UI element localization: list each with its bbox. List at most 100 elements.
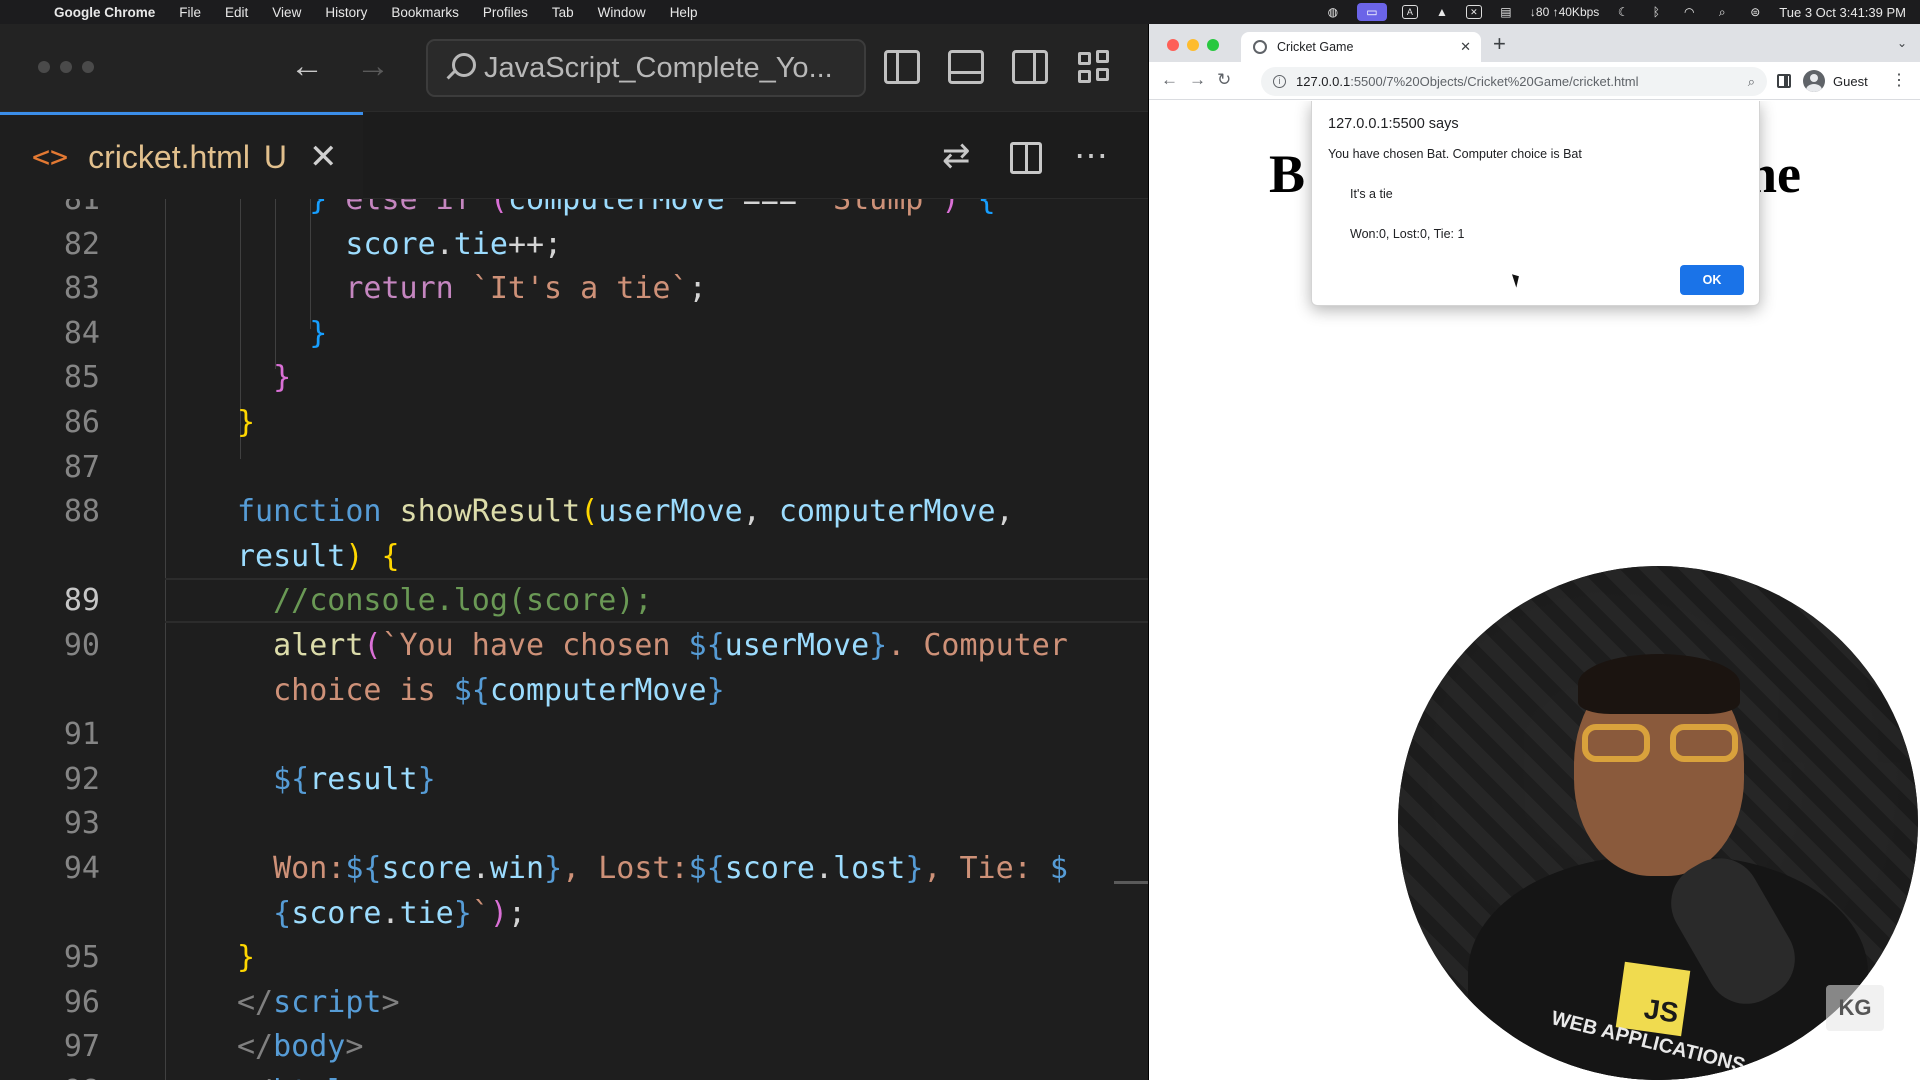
code-line[interactable]: 86} <box>0 400 1148 445</box>
vscode-window: ← → JavaScript_Complete_Yo... <> cricket… <box>0 24 1148 1080</box>
line-number: 93 <box>63 806 100 842</box>
menu-app-name[interactable]: Google Chrome <box>42 5 167 20</box>
minimize-window-button[interactable] <box>60 61 72 73</box>
line-number: 91 <box>63 717 100 753</box>
open-changes-icon[interactable]: ⇄ <box>942 136 971 176</box>
code-line[interactable]: 89 //console.log(score); <box>0 578 1148 623</box>
wifi-icon[interactable]: ◠ <box>1680 5 1698 19</box>
code-line[interactable]: 96 </script> <box>0 980 1148 1025</box>
code-line[interactable]: 98 </html> <box>0 1069 1148 1080</box>
code-line[interactable]: choice is ${computerMove} <box>0 668 1148 713</box>
zoom-window-button[interactable] <box>1207 39 1219 51</box>
code-line[interactable]: 88 function showResult(userMove, computer… <box>0 489 1148 534</box>
alert-ok-button[interactable]: OK <box>1680 265 1744 295</box>
focus-moon-icon[interactable]: ☾ <box>1614 5 1632 19</box>
back-arrow-icon[interactable]: ← <box>1161 70 1178 90</box>
more-actions-icon[interactable]: ⋯ <box>1074 136 1108 176</box>
zoom-window-button[interactable] <box>82 61 94 73</box>
html-file-icon: <> <box>32 139 69 175</box>
split-editor-icon[interactable] <box>1010 142 1042 174</box>
status-globe-icon[interactable]: ◍ <box>1324 5 1342 19</box>
code-line[interactable]: 90 alert(`You have chosen ${userMove}. C… <box>0 623 1148 668</box>
menu-view[interactable]: View <box>260 5 313 20</box>
code-line[interactable]: result) { <box>0 534 1148 579</box>
workspace-name: JavaScript_Complete_Yo... <box>484 51 833 84</box>
spotlight-search-icon[interactable]: ⌕ <box>1713 5 1731 19</box>
code-token: > <box>345 1074 363 1080</box>
code-token: ` <box>471 895 490 931</box>
scrollbar-position-marker[interactable] <box>1114 881 1148 884</box>
code-line[interactable]: 91 <box>0 712 1148 757</box>
menu-help[interactable]: Help <box>658 5 710 20</box>
status-cone-icon[interactable]: ▲ <box>1433 5 1451 19</box>
code-line[interactable]: 92 ${result} <box>0 757 1148 802</box>
menu-window[interactable]: Window <box>586 5 658 20</box>
code-token: return <box>237 271 472 307</box>
forward-arrow-icon[interactable]: → <box>356 46 390 86</box>
editor-tab-cricket-html[interactable]: <> cricket.html U ✕ <box>0 112 363 199</box>
menu-tab[interactable]: Tab <box>540 5 586 20</box>
reload-icon[interactable]: ↻ <box>1217 70 1231 90</box>
code-line[interactable]: 97 </body> <box>0 1024 1148 1069</box>
menu-edit[interactable]: Edit <box>213 5 260 20</box>
toggle-panel-icon[interactable] <box>948 50 984 84</box>
status-app-icon[interactable]: ✕ <box>1465 5 1482 19</box>
site-info-icon[interactable]: i <box>1273 75 1286 88</box>
close-window-button[interactable] <box>38 61 50 73</box>
code-text: } <box>237 355 291 400</box>
new-tab-plus-icon[interactable]: + <box>1493 32 1506 56</box>
code-token: userMove <box>598 494 743 530</box>
code-token: } <box>237 199 346 217</box>
code-line[interactable]: {score.tie}`); <box>0 891 1148 936</box>
forward-arrow-icon[interactable]: → <box>1189 70 1206 90</box>
status-a-icon[interactable]: A <box>1401 5 1418 19</box>
toggle-primary-sidebar-icon[interactable] <box>884 50 920 84</box>
code-text: {score.tie}`); <box>237 891 526 936</box>
code-line[interactable]: 93 <box>0 801 1148 846</box>
tab-search-chevron-icon[interactable]: ⌄ <box>1897 36 1907 50</box>
customize-layout-icon[interactable] <box>1078 50 1114 84</box>
code-line[interactable]: 83 return `It's a tie`; <box>0 266 1148 311</box>
code-line[interactable]: 82 score.tie++; <box>0 222 1148 267</box>
menubar-clock[interactable]: Tue 3 Oct 3:41:39 PM <box>1779 5 1906 20</box>
code-token: body <box>273 1029 346 1065</box>
code-line[interactable]: 87 <box>0 445 1148 490</box>
code-line[interactable]: 84 } <box>0 311 1148 356</box>
close-tab-icon[interactable]: ✕ <box>1460 39 1471 55</box>
tab-title: Cricket Game <box>1277 40 1354 54</box>
profile-button[interactable]: Guest <box>1803 69 1868 93</box>
macos-menu-bar: Google Chrome File Edit View History Boo… <box>0 0 1920 24</box>
address-bar[interactable]: i 127.0.0.1:5500/7%20Objects/Cricket%20G… <box>1261 67 1767 96</box>
close-window-button[interactable] <box>1167 39 1179 51</box>
js-alert-dialog: 127.0.0.1:5500 says You have chosen Bat.… <box>1311 101 1760 306</box>
back-arrow-icon[interactable]: ← <box>290 46 324 86</box>
minimize-window-button[interactable] <box>1187 39 1199 51</box>
menu-bookmarks[interactable]: Bookmarks <box>379 5 471 20</box>
toggle-secondary-sidebar-icon[interactable] <box>1012 50 1048 84</box>
code-token: ( <box>489 199 508 217</box>
code-line[interactable]: 94 Won:${score.win}, Lost:${score.lost},… <box>0 846 1148 891</box>
side-panel-icon[interactable] <box>1777 74 1791 88</box>
code-token: ; <box>507 895 526 931</box>
line-number: 92 <box>63 761 100 797</box>
code-token: ${ <box>688 628 725 663</box>
code-token: } <box>237 405 256 440</box>
code-editor[interactable]: 81 } else if (computerMove === 'Stump') … <box>0 199 1148 1080</box>
control-center-icon[interactable]: ⊜ <box>1746 5 1764 19</box>
code-line[interactable]: 95} <box>0 935 1148 980</box>
close-tab-icon[interactable]: ✕ <box>309 137 338 177</box>
menu-history[interactable]: History <box>313 5 379 20</box>
code-line[interactable]: 81 } else if (computerMove === 'Stump') … <box>0 199 1148 222</box>
code-token: . Computer <box>887 628 1068 663</box>
menu-file[interactable]: File <box>167 5 213 20</box>
menu-profiles[interactable]: Profiles <box>471 5 540 20</box>
code-line[interactable]: 85 } <box>0 355 1148 400</box>
bluetooth-icon[interactable]: ᛒ <box>1647 5 1665 19</box>
guest-avatar-icon <box>1803 70 1825 92</box>
browser-tab-cricket-game[interactable]: Cricket Game ✕ <box>1241 32 1481 62</box>
command-center-search[interactable]: JavaScript_Complete_Yo... <box>426 39 866 97</box>
chrome-menu-icon[interactable]: ⋮ <box>1891 70 1907 90</box>
clipboard-icon[interactable]: ▤ <box>1497 5 1515 19</box>
zoom-magnifier-icon[interactable]: ⌕ <box>1748 74 1755 90</box>
screen-recorder-icon[interactable]: ▭ <box>1356 3 1387 21</box>
